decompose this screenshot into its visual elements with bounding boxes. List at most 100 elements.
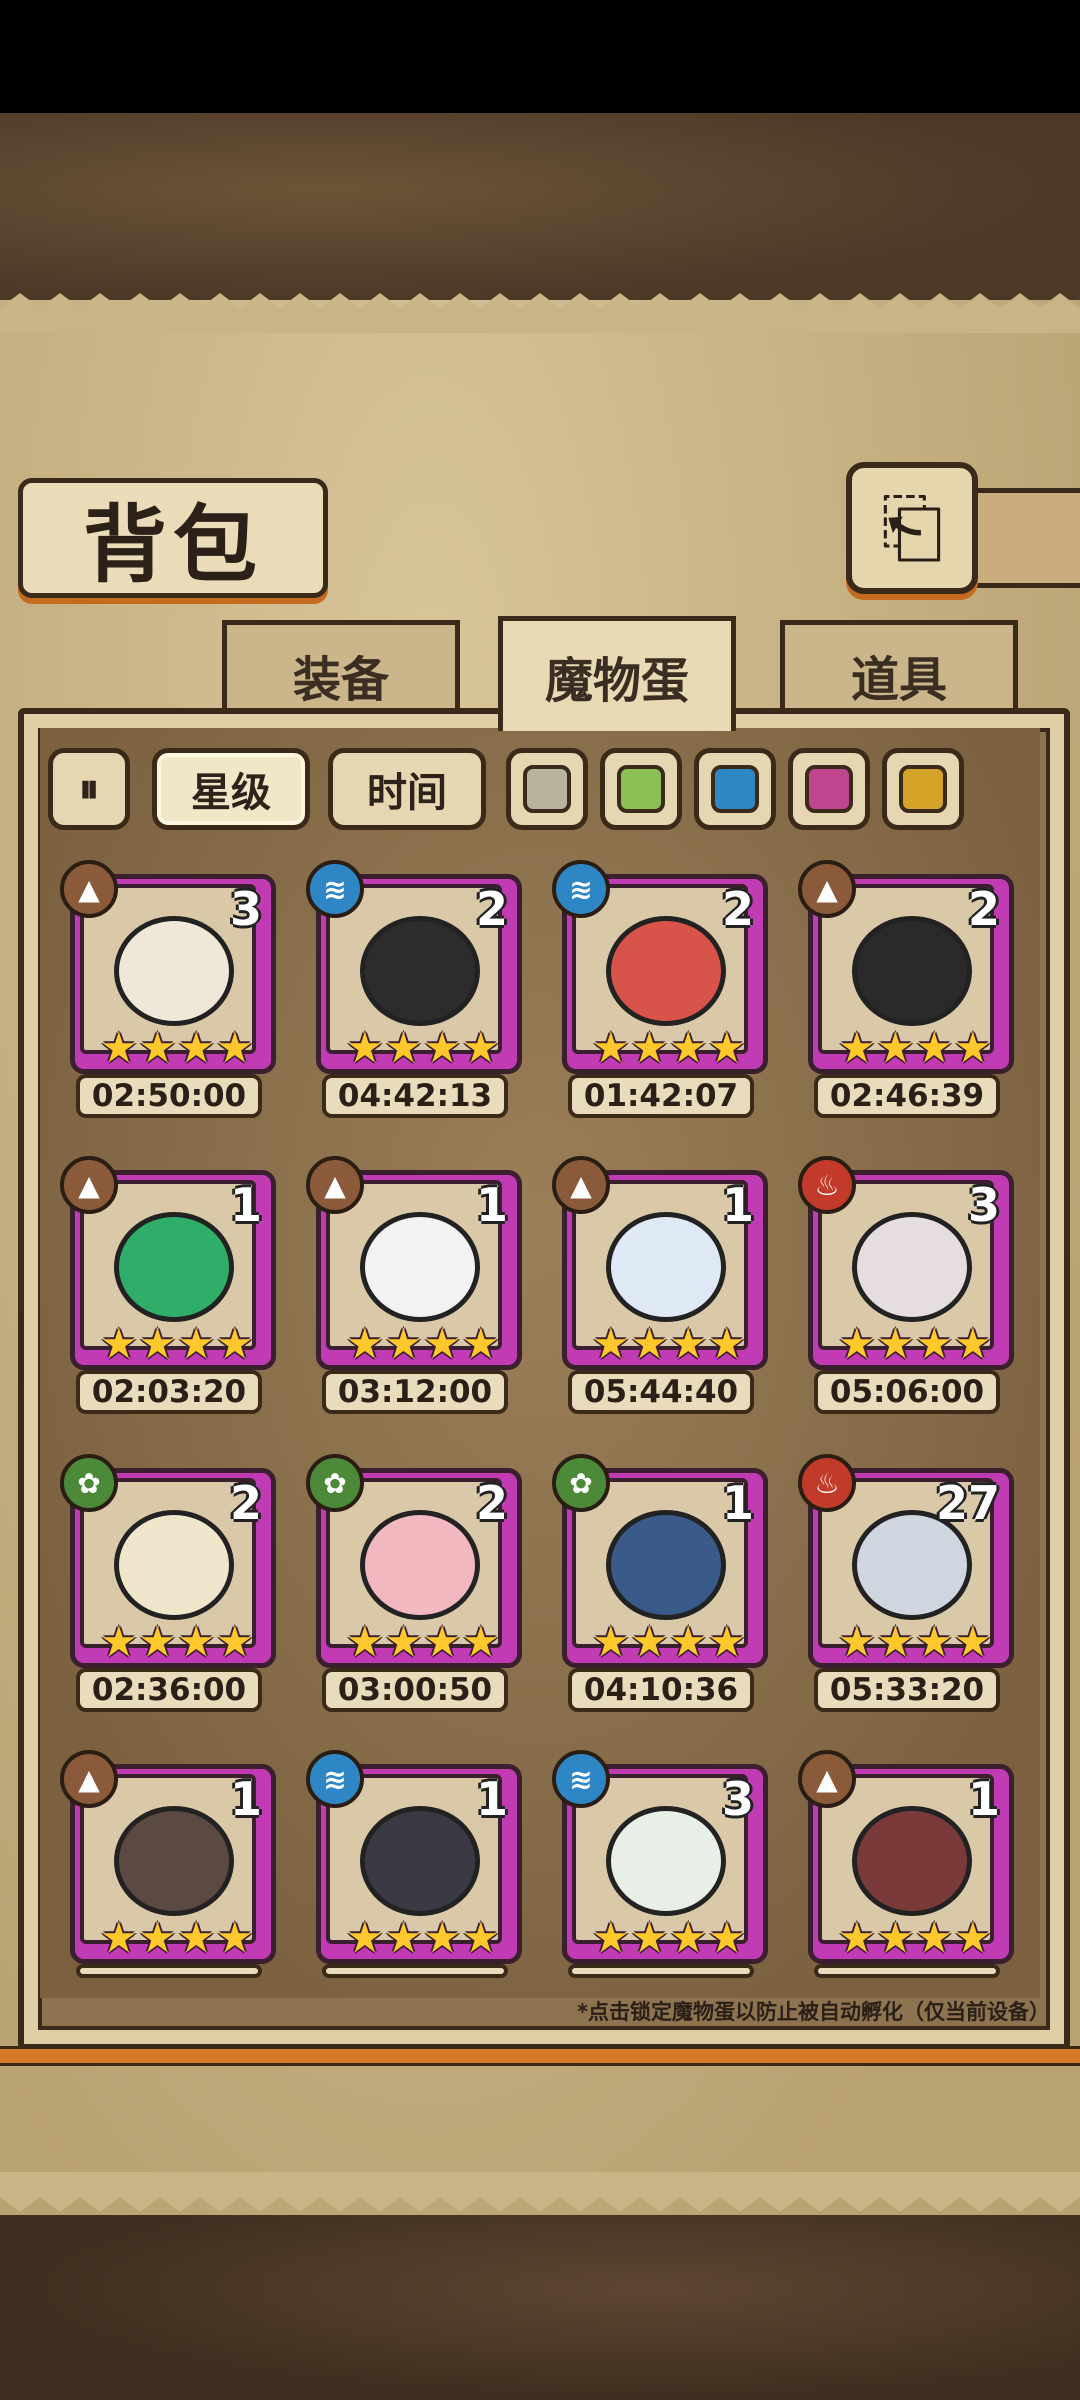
egg-card[interactable]: 1 ★ ★ ★ ★ ▲ 05:44:40: [552, 1156, 768, 1414]
egg-card[interactable]: 1 ★ ★ ★ ★ ▲ 02:03:20: [60, 1156, 276, 1414]
star-rating: ★ ★ ★ ★: [346, 1023, 500, 1072]
sort-by-time-button[interactable]: 时间: [328, 748, 486, 830]
egg-image: [114, 1212, 234, 1322]
hatch-timer-clipped: [76, 1964, 262, 1978]
star-icon: ★: [346, 1617, 384, 1666]
star-icon: ★: [461, 1023, 500, 1072]
egg-count: 2: [475, 1476, 508, 1530]
zigzag-top: [0, 293, 1080, 333]
water-element-icon: ≋: [306, 1750, 364, 1808]
star-rating: ★ ★ ★ ★: [838, 1319, 992, 1368]
egg-card[interactable]: 2 ★ ★ ★ ★ ▲ 02:46:39: [798, 860, 1014, 1118]
egg-count: 3: [721, 1772, 754, 1826]
lock-hint-text: *点击锁定魔物蛋以防止被自动孵化（仅当前设备）: [577, 2000, 1050, 2024]
panel-bottom-strip: [0, 2046, 1080, 2066]
fire-element-icon: ♨: [798, 1454, 856, 1512]
hatch-timer: 04:42:13: [322, 1074, 508, 1118]
hatch-timer-clipped: [322, 1964, 508, 1978]
egg-card[interactable]: 2 ★ ★ ★ ★ ≋ 01:42:07: [552, 860, 768, 1118]
star-icon: ★: [953, 1617, 992, 1666]
star-icon: ★: [346, 1023, 384, 1072]
egg-image: [114, 1806, 234, 1916]
egg-card[interactable]: 1 ★ ★ ★ ★ ✿ 04:10:36: [552, 1454, 768, 1712]
star-rating: ★ ★ ★ ★: [592, 1023, 746, 1072]
star-icon: ★: [669, 1617, 707, 1666]
star-icon: ★: [177, 1319, 215, 1368]
egg-count: 2: [721, 882, 754, 936]
back-button[interactable]: ⎗: [846, 462, 978, 594]
back-arrow-icon: ⎗: [880, 482, 944, 573]
star-icon: ★: [215, 1617, 254, 1666]
egg-card[interactable]: 1 ★ ★ ★ ★ ▲ 03:12:00: [306, 1156, 522, 1414]
hatch-timer: 05:06:00: [814, 1370, 1000, 1414]
egg-image: [606, 1510, 726, 1620]
earth-element-icon: ▲: [60, 1750, 118, 1808]
filter-gray-button[interactable]: [506, 748, 588, 830]
egg-card[interactable]: 1 ★ ★ ★ ★ ▲: [798, 1750, 1014, 1978]
star-icon: ★: [669, 1913, 707, 1962]
earth-element-icon: ▲: [798, 860, 856, 918]
star-icon: ★: [707, 1913, 746, 1962]
egg-count: 27: [935, 1476, 1000, 1530]
filter-pink-button[interactable]: [788, 748, 870, 830]
egg-card[interactable]: 3 ★ ★ ★ ★ ≋: [552, 1750, 768, 1978]
star-icon: ★: [100, 1913, 138, 1962]
earth-element-icon: ▲: [306, 1156, 364, 1214]
egg-count: 2: [229, 1476, 262, 1530]
star-icon: ★: [707, 1617, 746, 1666]
sort-by-star-button[interactable]: 星级: [152, 748, 310, 830]
egg-count: 1: [475, 1178, 508, 1232]
hatch-timer: 02:46:39: [814, 1074, 1000, 1118]
egg-card[interactable]: 1 ★ ★ ★ ★ ▲: [60, 1750, 276, 1978]
sort-toggle-button[interactable]: ⏸: [48, 748, 130, 830]
star-icon: ★: [215, 1319, 254, 1368]
star-icon: ★: [630, 1913, 669, 1962]
star-icon: ★: [138, 1913, 177, 1962]
egg-count: 3: [229, 882, 262, 936]
egg-image: [114, 916, 234, 1026]
filter-blue-button[interactable]: [694, 748, 776, 830]
star-rating: ★ ★ ★ ★: [100, 1617, 254, 1666]
egg-card[interactable]: 2 ★ ★ ★ ★ ≋ 04:42:13: [306, 860, 522, 1118]
star-icon: ★: [838, 1617, 876, 1666]
water-element-icon: ≋: [306, 860, 364, 918]
wood-element-icon: ✿: [552, 1454, 610, 1512]
egg-image: [360, 1510, 480, 1620]
wood-element-icon: ✿: [306, 1454, 364, 1512]
egg-count: 1: [229, 1772, 262, 1826]
egg-card[interactable]: 2 ★ ★ ★ ★ ✿ 03:00:50: [306, 1454, 522, 1712]
star-rating: ★ ★ ★ ★: [100, 1913, 254, 1962]
egg-count: 1: [229, 1178, 262, 1232]
star-rating: ★ ★ ★ ★: [100, 1319, 254, 1368]
filter-yellow-button[interactable]: [882, 748, 964, 830]
star-icon: ★: [215, 1913, 254, 1962]
water-element-icon: ≋: [552, 1750, 610, 1808]
egg-card[interactable]: 27 ★ ★ ★ ★ ♨ 05:33:20: [798, 1454, 1014, 1712]
star-icon: ★: [953, 1023, 992, 1072]
star-icon: ★: [953, 1319, 992, 1368]
star-icon: ★: [100, 1319, 138, 1368]
star-icon: ★: [461, 1617, 500, 1666]
star-icon: ★: [915, 1023, 953, 1072]
star-icon: ★: [423, 1023, 461, 1072]
egg-card[interactable]: 3 ★ ★ ★ ★ ♨ 05:06:00: [798, 1156, 1014, 1414]
egg-count: 1: [721, 1178, 754, 1232]
tab-monster-egg[interactable]: 魔物蛋: [498, 616, 736, 731]
filter-green-button[interactable]: [600, 748, 682, 830]
star-icon: ★: [100, 1023, 138, 1072]
green-swatch: [617, 765, 665, 813]
egg-card[interactable]: 2 ★ ★ ★ ★ ✿ 02:36:00: [60, 1454, 276, 1712]
star-icon: ★: [177, 1617, 215, 1666]
star-rating: ★ ★ ★ ★: [838, 1913, 992, 1962]
star-icon: ★: [953, 1913, 992, 1962]
star-rating: ★ ★ ★ ★: [838, 1617, 992, 1666]
star-icon: ★: [423, 1319, 461, 1368]
star-icon: ★: [423, 1913, 461, 1962]
egg-card[interactable]: 3 ★ ★ ★ ★ ▲ 02:50:00: [60, 860, 276, 1118]
egg-card[interactable]: 1 ★ ★ ★ ★ ≋: [306, 1750, 522, 1978]
background-bottom: [0, 2215, 1080, 2400]
back-button-bar: [960, 488, 1080, 588]
egg-count: 1: [475, 1772, 508, 1826]
egg-image: [606, 1212, 726, 1322]
star-icon: ★: [707, 1023, 746, 1072]
